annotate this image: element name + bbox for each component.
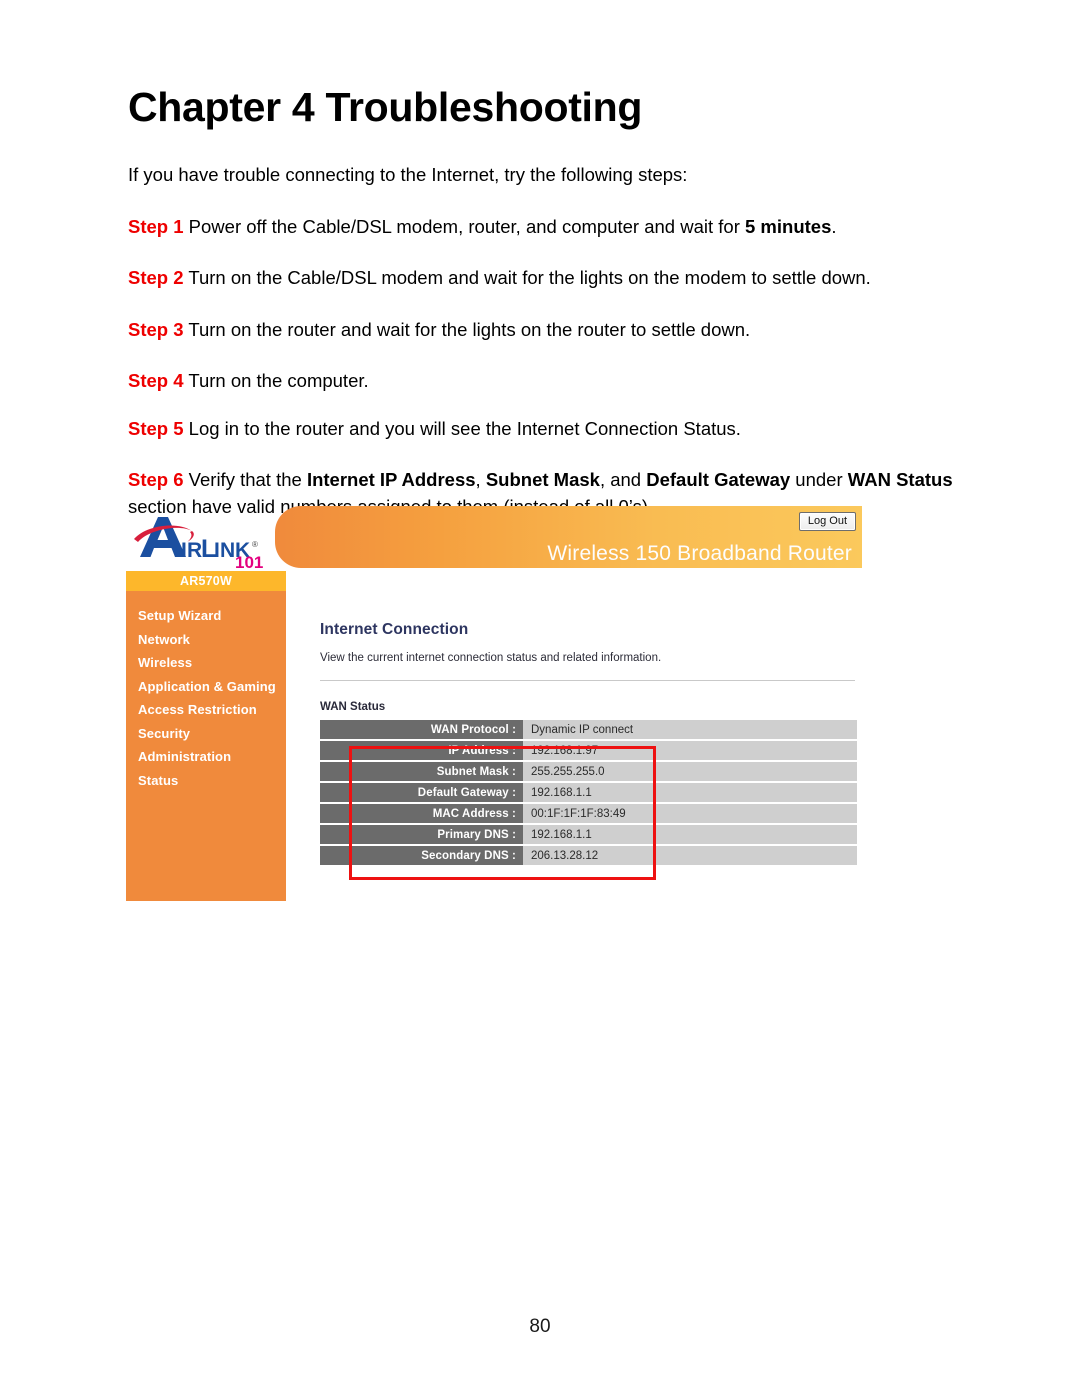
step-text: . xyxy=(831,216,837,238)
step-emphasis: 5 minutes xyxy=(745,216,832,238)
row-value: 192.168.1.1 xyxy=(523,825,857,844)
step-paragraph: Step 3 Turn on the router and wait for t… xyxy=(128,317,960,343)
row-value: 192.168.1.97 xyxy=(523,741,857,760)
step-label: Step 5 xyxy=(128,418,184,440)
content-description: View the current internet connection sta… xyxy=(320,652,662,664)
sidebar-item-label: Administration xyxy=(138,749,232,764)
table-row: MAC Address :00:1F:1F:1F:83:49 xyxy=(320,804,857,823)
step-label: Step 6 xyxy=(128,469,184,491)
router-ui-screenshot: I R L I N K ® 101 Log Out Wireless 150 B… xyxy=(124,503,862,903)
table-row: Primary DNS :192.168.1.1 xyxy=(320,825,857,844)
step-text: Power off the Cable/DSL modem, router, a… xyxy=(183,216,745,238)
sidebar-item-wireless[interactable]: Wireless xyxy=(138,651,286,675)
step-label: Step 3 xyxy=(128,318,184,340)
sidebar-item-administration[interactable]: Administration xyxy=(138,745,286,769)
sidebar-item-access-restriction[interactable]: Access Restriction xyxy=(138,698,286,722)
svg-text:®: ® xyxy=(252,540,258,549)
row-label: Subnet Mask : xyxy=(336,762,523,781)
table-row: Default Gateway :192.168.1.1 xyxy=(320,783,857,802)
model-badge: AR570W xyxy=(126,571,286,591)
sidebar-item-label: Access Restriction xyxy=(138,702,257,717)
sidebar-item-security[interactable]: Security xyxy=(138,722,286,746)
row-value: 00:1F:1F:1F:83:49 xyxy=(523,804,857,823)
airlink-logo-icon: I R L I N K ® 101 xyxy=(134,517,263,569)
row-label: WAN Protocol : xyxy=(336,720,523,739)
svg-text:101: 101 xyxy=(235,553,263,569)
sidebar-item-network[interactable]: Network xyxy=(138,628,286,652)
document-page: Chapter 4 Troubleshooting If you have tr… xyxy=(0,0,1080,1397)
step-text: Turn on the router and wait for the ligh… xyxy=(183,318,751,340)
sidebar-item-status[interactable]: Status xyxy=(138,769,286,793)
step-paragraph: Step 5 Log in to the router and you will… xyxy=(128,416,960,442)
step-paragraph: Step 2 Turn on the Cable/DSL modem and w… xyxy=(128,265,960,291)
row-value: 255.255.255.0 xyxy=(523,762,857,781)
row-label: Default Gateway : xyxy=(336,783,523,802)
step-emphasis: Default Gateway xyxy=(646,469,791,491)
step-paragraph: Step 1 Power off the Cable/DSL modem, ro… xyxy=(128,214,960,240)
row-value: Dynamic IP connect xyxy=(523,720,857,739)
step-label: Step 4 xyxy=(128,369,184,391)
row-label: MAC Address : xyxy=(336,804,523,823)
row-spacer xyxy=(320,783,336,802)
step-text: , and xyxy=(599,469,647,491)
table-row: Subnet Mask :255.255.255.0 xyxy=(320,762,857,781)
content-title: Internet Connection xyxy=(320,621,469,638)
intro-paragraph: If you have trouble connecting to the In… xyxy=(128,164,688,186)
page-title: Chapter 4 Troubleshooting xyxy=(128,84,643,130)
svg-text:I: I xyxy=(181,539,187,562)
row-value: 206.13.28.12 xyxy=(523,846,857,865)
document-body: Chapter 4 Troubleshooting If you have tr… xyxy=(128,84,960,545)
airlink-logo: I R L I N K ® 101 xyxy=(132,511,272,569)
row-spacer xyxy=(320,762,336,781)
sidebar-item-application-gaming[interactable]: Application & Gaming xyxy=(138,675,286,699)
row-spacer xyxy=(320,804,336,823)
row-spacer xyxy=(320,741,336,760)
router-sidebar: AR570W Setup Wizard Network Wireless Applic… xyxy=(126,571,286,901)
router-header-bar: Log Out Wireless 150 Broadband Router xyxy=(275,506,862,568)
sidebar-item-label: Network xyxy=(138,631,190,647)
svg-text:R: R xyxy=(187,539,202,562)
sidebar-item-label: Setup Wizard xyxy=(138,608,222,623)
sidebar-item-label: Wireless xyxy=(138,655,193,670)
row-value: 192.168.1.1 xyxy=(523,783,857,802)
step-text: Turn on the Cable/DSL modem and wait for… xyxy=(183,267,871,289)
step-emphasis: WAN Status xyxy=(847,469,953,491)
step-label: Step 2 xyxy=(128,267,184,289)
content-divider xyxy=(320,680,855,681)
product-title: Wireless 150 Broadband Router xyxy=(547,542,852,565)
table-row: Secondary DNS :206.13.28.12 xyxy=(320,846,857,865)
row-spacer xyxy=(320,846,336,865)
svg-text:I: I xyxy=(214,539,220,562)
row-label: IP Address : xyxy=(336,741,523,760)
step-label: Step 1 xyxy=(128,216,184,238)
router-content-pane: Internet Connection View the current int… xyxy=(310,571,862,901)
page-number: 80 xyxy=(529,1316,551,1337)
step-text: Log in to the router and you will see th… xyxy=(183,418,741,440)
logout-button[interactable]: Log Out xyxy=(798,512,856,532)
row-label: Primary DNS : xyxy=(336,825,523,844)
table-row: IP Address :192.168.1.97 xyxy=(320,741,857,760)
sidebar-item-label: Status xyxy=(138,772,179,788)
step-emphasis: Internet IP Address xyxy=(306,469,476,491)
sidebar-nav: Setup Wizard Network Wireless Application &… xyxy=(126,591,286,792)
step-text: Verify that the xyxy=(183,469,307,491)
row-spacer xyxy=(320,825,336,844)
table-row: WAN Protocol : Dynamic IP connect xyxy=(320,720,857,739)
wan-status-label: WAN Status xyxy=(320,701,386,713)
sidebar-item-label: Application & Gaming xyxy=(138,678,276,694)
svg-text:N: N xyxy=(220,539,235,562)
sidebar-item-label: Security xyxy=(138,725,191,741)
sidebar-item-setup-wizard[interactable]: Setup Wizard xyxy=(138,604,286,628)
step-emphasis: Subnet Mask xyxy=(485,469,600,491)
steps-list: Step 1 Power off the Cable/DSL modem, ro… xyxy=(128,214,960,520)
step-text: Turn on the computer. xyxy=(183,369,369,391)
step-text: , xyxy=(475,469,486,491)
step-paragraph: Step 4 Turn on the computer. xyxy=(128,368,960,394)
row-label: Secondary DNS : xyxy=(336,846,523,865)
wan-status-table: WAN Protocol : Dynamic IP connect IP Addre… xyxy=(320,718,857,867)
step-text: under xyxy=(790,469,848,491)
row-spacer xyxy=(320,720,336,739)
